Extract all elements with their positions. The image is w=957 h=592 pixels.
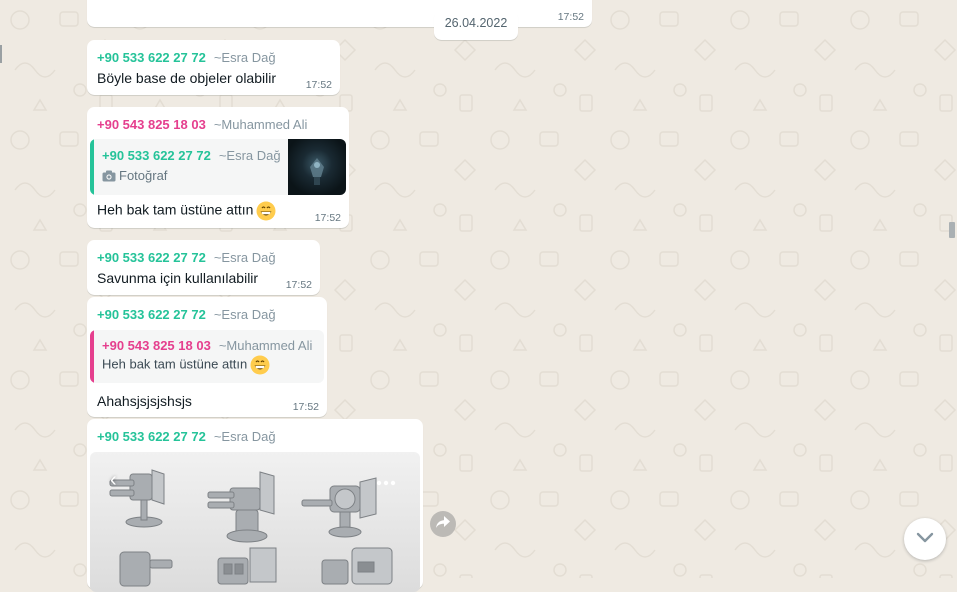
message-text-content: Heh bak tam üstüne attın [97,201,254,218]
message-sender: +90 533 622 27 72 ~Esra Dağ [97,307,276,322]
sender-alias: ~Esra Dağ [213,429,276,444]
sender-alias: ~Esra Dağ [213,250,276,265]
quoted-alias: ~Muhammed Ali [218,338,313,353]
message-bubble[interactable]: +90 533 622 27 72 ~Esra Dağ Böyle base de… [87,40,340,95]
date-divider-label: 26.04.2022 [444,16,508,30]
forward-icon [435,515,451,534]
forward-button[interactable] [430,511,456,537]
message-time: 17:52 [557,11,584,23]
message-sender: +90 543 825 18 03 ~Muhammed Ali [97,117,307,132]
message-sender: +90 533 622 27 72 ~Esra Dağ [97,250,276,265]
message-time: 17:52 [305,79,332,91]
quoted-message[interactable]: +90 533 622 27 72 ~Esra Dağ Fotoğraf [90,139,346,195]
scrollbar-thumb[interactable] [949,222,955,238]
message-text: Savunma için kullanılabilir [97,270,259,286]
message-text: Ahahsjsjsjshsjs [97,393,192,409]
message-bubble[interactable]: +90 533 622 27 72 ~Esra Dağ ‹ [87,419,423,592]
camera-icon [102,170,116,185]
quoted-media-label: Fotoğraf [102,168,167,185]
message-text: Böyle base de objeler olabilir [97,70,276,86]
message-bubble[interactable]: +90 543 825 18 03 ~Muhammed Ali +90 533 6… [87,107,349,228]
quote-bar [90,139,94,195]
quoted-photo-thumbnail [288,139,346,195]
quoted-phone: +90 543 825 18 03 [102,338,211,353]
message-sender: +90 533 622 27 72 ~Esra Dağ [97,50,276,65]
grinning-face-icon [256,201,276,221]
chevron-left-icon[interactable]: ‹ [110,470,117,490]
message-time: 17:52 [314,212,341,224]
panel-edge-marker [0,45,2,63]
turret-models-image[interactable]: ‹ [90,452,420,592]
sender-phone[interactable]: +90 533 622 27 72 [97,429,206,444]
message-time: 17:52 [285,279,312,291]
sender-phone[interactable]: +90 533 622 27 72 [97,307,206,322]
chevron-down-icon [916,530,934,548]
quoted-sender: +90 543 825 18 03 ~Muhammed Ali [102,338,312,353]
sender-alias: ~Esra Dağ [213,50,276,65]
scroll-to-bottom-button[interactable] [904,518,946,560]
message-time: 17:52 [292,401,319,413]
sender-alias: ~Esra Dağ [213,307,276,322]
more-options-icon[interactable] [376,474,396,492]
quoted-text: Heh bak tam üstüne attın [102,355,270,375]
quoted-alias: ~Esra Dağ [218,148,281,163]
message-bubble[interactable]: +90 533 622 27 72 ~Esra Dağ Savunma için … [87,240,320,295]
quoted-media-text: Fotoğraf [119,168,168,183]
grinning-face-icon [250,355,270,375]
sender-phone[interactable]: +90 533 622 27 72 [97,250,206,265]
message-bubble[interactable]: +90 533 622 27 72 ~Esra Dağ +90 543 825 1… [87,297,327,417]
quoted-message[interactable]: +90 543 825 18 03 ~Muhammed Ali Heh bak t… [90,330,324,383]
sender-phone[interactable]: +90 543 825 18 03 [97,117,206,132]
quoted-phone: +90 533 622 27 72 [102,148,211,163]
quote-bar [90,330,94,383]
quoted-sender: +90 533 622 27 72 ~Esra Dağ [102,148,281,163]
quoted-text-content: Heh bak tam üstüne attın [102,356,248,372]
sender-alias: ~Muhammed Ali [213,117,308,132]
message-sender: +90 533 622 27 72 ~Esra Dağ [97,429,276,444]
sender-phone[interactable]: +90 533 622 27 72 [97,50,206,65]
message-text: Heh bak tam üstüne attın [97,201,276,221]
date-divider: 26.04.2022 [434,10,518,40]
